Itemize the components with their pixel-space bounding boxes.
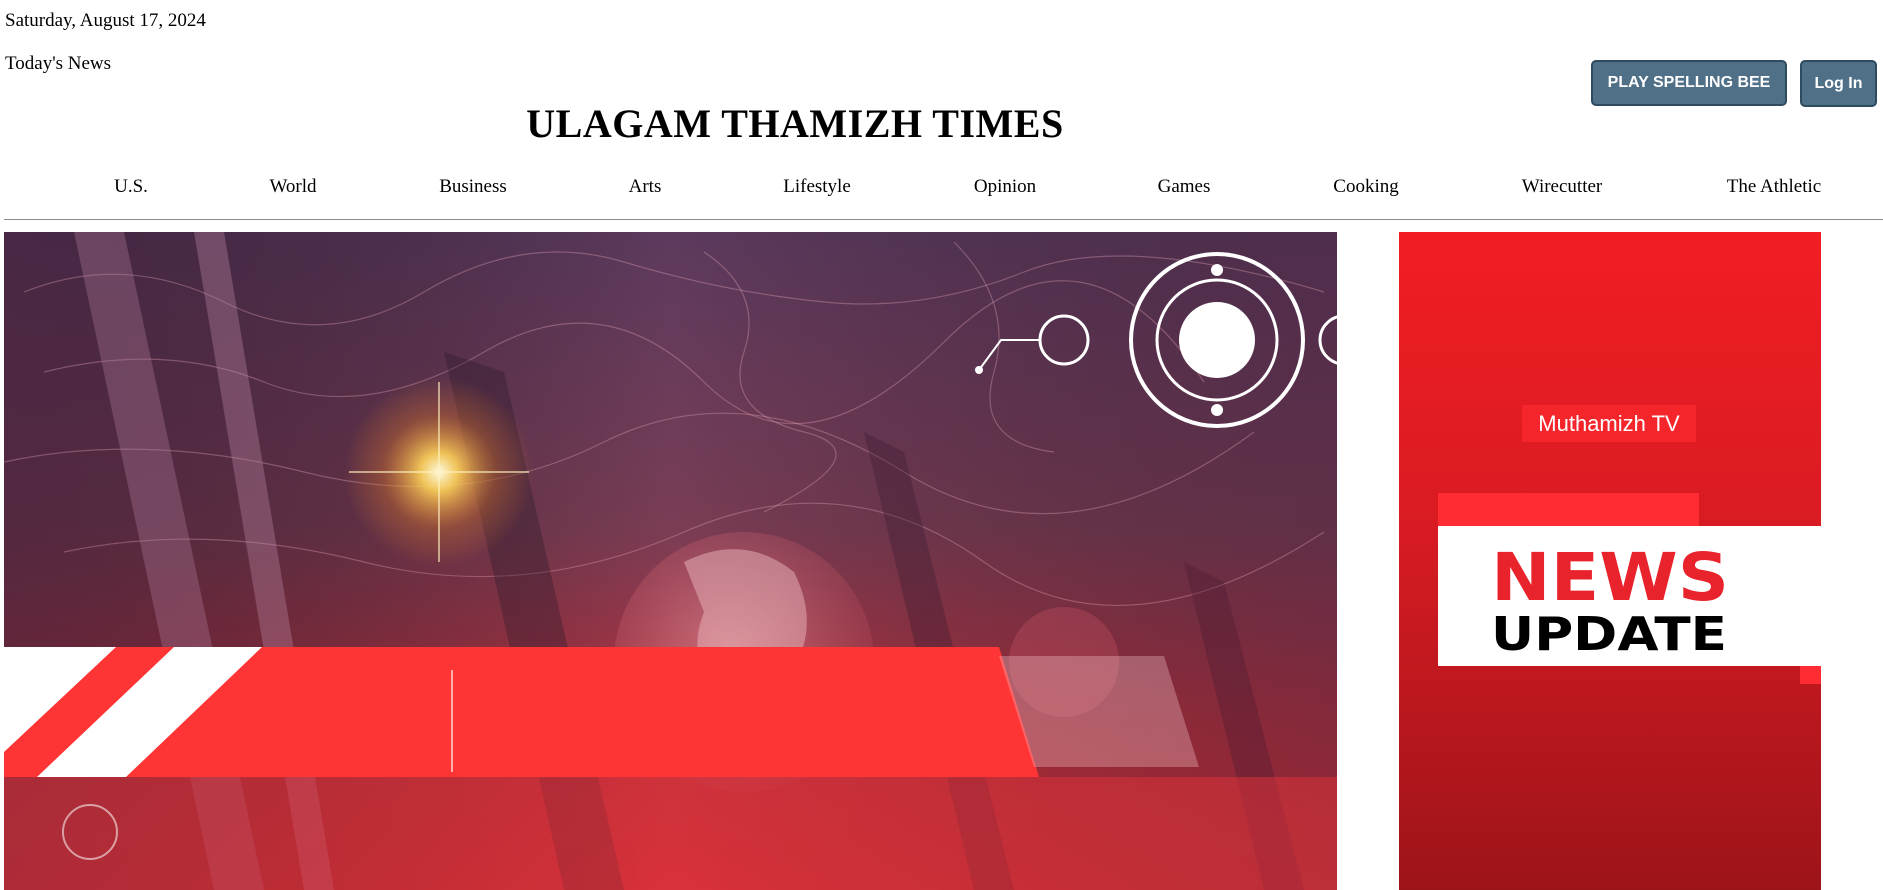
ad-headline-update: UPDATE	[1491, 607, 1727, 661]
login-button[interactable]: Log In	[1800, 60, 1877, 107]
todays-news-link[interactable]: Today's News	[5, 53, 111, 75]
nav-item-world[interactable]: World	[269, 176, 316, 198]
nav-item-opinion[interactable]: Opinion	[974, 176, 1036, 198]
site-title: ULAGAM THAMIZH TIMES	[526, 101, 1064, 146]
nav-item-lifestyle[interactable]: Lifestyle	[783, 176, 851, 198]
nav-item-cooking[interactable]: Cooking	[1333, 176, 1398, 198]
news-update-ad[interactable]: Muthamizh TV NEWS UPDATE	[1399, 232, 1821, 890]
page: Saturday, August 17, 2024 Today's News P…	[0, 0, 1883, 890]
nav-item-business[interactable]: Business	[439, 176, 507, 198]
play-spelling-bee-button[interactable]: PLAY SPELLING BEE	[1591, 60, 1787, 106]
hero-news-image[interactable]	[4, 232, 1337, 890]
nav-item-arts[interactable]: Arts	[629, 176, 662, 198]
nav-divider	[4, 219, 1883, 220]
ad-channel-label: Muthamizh TV	[1538, 411, 1680, 436]
ad-headline-news: NEWS	[1491, 539, 1729, 616]
section-nav: U.S. World Business Arts Lifestyle Opini…	[0, 176, 1883, 206]
nav-item-us[interactable]: U.S.	[114, 176, 148, 198]
nav-item-the-athletic[interactable]: The Athletic	[1727, 176, 1821, 198]
nav-item-wirecutter[interactable]: Wirecutter	[1522, 176, 1602, 198]
current-date: Saturday, August 17, 2024	[5, 10, 206, 31]
nav-item-games[interactable]: Games	[1158, 176, 1211, 198]
